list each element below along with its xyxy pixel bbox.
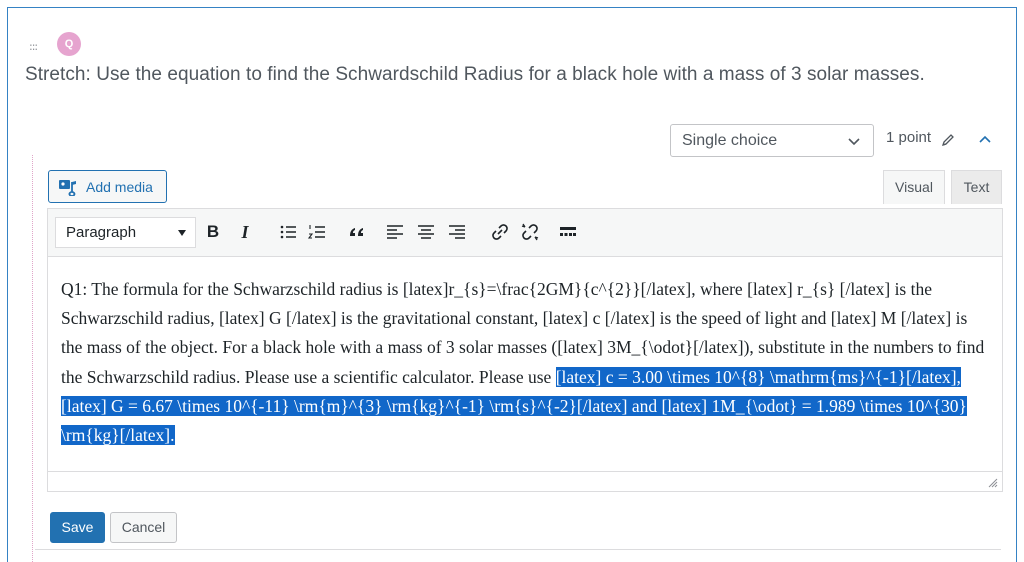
- question-type-value: Single choice: [682, 132, 778, 149]
- bold-button[interactable]: B: [201, 220, 225, 244]
- editor-status-bar: [48, 471, 1002, 491]
- blockquote-button[interactable]: [345, 220, 369, 244]
- pencil-icon[interactable]: [940, 132, 956, 148]
- question-title[interactable]: Stretch: Use the equation to find the Sc…: [25, 64, 925, 86]
- insert-link-button[interactable]: [488, 220, 512, 244]
- remove-link-button[interactable]: [518, 220, 542, 244]
- points-label: 1 point: [886, 129, 932, 146]
- align-left-button[interactable]: [383, 220, 407, 244]
- bulleted-list-icon: [280, 225, 296, 239]
- tab-text[interactable]: Text: [951, 170, 1002, 204]
- cancel-button[interactable]: Cancel: [110, 512, 177, 543]
- add-media-button[interactable]: Add media: [48, 170, 167, 203]
- footer-divider: [35, 549, 1001, 550]
- chevron-up-icon[interactable]: [978, 132, 992, 146]
- blockquote-icon: [350, 228, 363, 236]
- bulleted-list-button[interactable]: [277, 220, 301, 244]
- add-media-label: Add media: [86, 179, 153, 195]
- align-right-icon: [449, 225, 465, 239]
- save-button[interactable]: Save: [50, 512, 105, 543]
- dropdown-arrow-icon: [178, 230, 186, 236]
- answer-area-divider: [32, 155, 33, 562]
- kitchen-sink-icon: [560, 227, 576, 236]
- numbered-list-icon: [307, 225, 325, 239]
- question-type-select[interactable]: Single choice: [670, 124, 874, 157]
- toolbar-toggle-button[interactable]: [556, 220, 580, 244]
- editor-content[interactable]: Q1: The formula for the Schwarzschild ra…: [61, 275, 991, 450]
- question-badge: Q: [57, 32, 81, 56]
- italic-button[interactable]: I: [233, 220, 257, 244]
- resize-grip-icon[interactable]: [988, 478, 998, 488]
- drag-handle-icon[interactable]: :::: [29, 40, 38, 53]
- align-center-icon: [418, 225, 434, 239]
- media-icon: [59, 180, 76, 196]
- align-center-button[interactable]: [414, 220, 438, 244]
- chevron-down-icon: [848, 138, 860, 146]
- tab-visual[interactable]: Visual: [883, 170, 945, 204]
- unlink-icon: [521, 223, 539, 241]
- numbered-list-button[interactable]: [306, 220, 330, 244]
- format-select-value: Paragraph: [66, 224, 137, 241]
- rich-text-editor: Paragraph B I Q1: The formula for the Sc…: [47, 208, 1003, 492]
- format-select[interactable]: Paragraph: [55, 217, 196, 248]
- align-left-icon: [387, 225, 403, 239]
- link-icon: [492, 224, 508, 240]
- align-right-button[interactable]: [445, 220, 469, 244]
- editor-toolbar: Paragraph B I: [48, 209, 1002, 257]
